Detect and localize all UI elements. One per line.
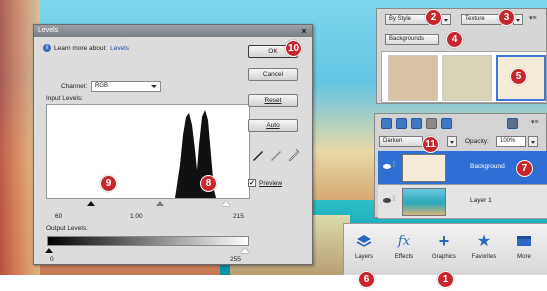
lock-all-icon[interactable] [441, 118, 452, 129]
by-style-select[interactable]: By Style [385, 14, 429, 25]
dock-label: Layers [354, 254, 373, 260]
dock-label: Effects [394, 254, 414, 260]
close-icon[interactable]: × [299, 26, 309, 36]
by-style-dropdown[interactable] [441, 14, 451, 25]
callout-8: 8 [200, 175, 217, 192]
panel-menu-icon[interactable]: ▾≡ [529, 14, 537, 22]
graphics-panel: By Style Texture ▾≡ Backgrounds [376, 8, 547, 104]
new-layer-icon[interactable] [381, 118, 392, 129]
more-icon [506, 230, 542, 252]
input-black-value[interactable]: 60 [55, 213, 62, 220]
layer-name: Layer 1 [470, 197, 492, 204]
layer-thumbnail [402, 154, 446, 182]
dialog-title-bar[interactable]: Levels × [34, 25, 312, 37]
channel-label: Channel: [61, 83, 88, 90]
layer-row-layer-1[interactable]: ⁞ Layer 1 [378, 185, 547, 219]
dock-more-button[interactable]: More [506, 230, 542, 260]
input-levels-label: Input Levels: [46, 95, 83, 102]
callout-9: 9 [100, 175, 117, 192]
eye-icon[interactable] [383, 164, 391, 169]
texture-thumb-1[interactable] [388, 55, 438, 101]
white-eyedropper-icon[interactable] [289, 149, 299, 161]
white-point-handle[interactable] [222, 201, 230, 206]
callout-11: 11 [422, 136, 439, 153]
mask-icon[interactable] [411, 118, 422, 129]
callout-10: 10 [285, 40, 302, 57]
gray-eyedropper-icon[interactable] [271, 149, 281, 161]
chevron-down-icon [151, 85, 158, 88]
output-levels-label: Output Levels: [46, 225, 88, 232]
opacity-label: Opacity: [465, 138, 489, 145]
dialog-title: Levels [38, 27, 59, 34]
dock-layers-button[interactable]: Layers [346, 230, 382, 260]
dock-label: More [517, 254, 531, 260]
backgrounds-tab[interactable]: Backgrounds [385, 34, 439, 45]
info-icon: i [43, 44, 51, 52]
dock-effects-button[interactable]: fx Effects [386, 230, 422, 261]
input-white-value[interactable]: 215 [233, 213, 244, 220]
callout-2: 2 [425, 9, 442, 26]
texture-thumb-2[interactable] [442, 55, 492, 101]
output-white-handle[interactable] [241, 248, 249, 253]
callout-7: 7 [516, 160, 533, 177]
gamma-handle[interactable] [156, 201, 164, 206]
screenshot-scene: Levels × i Learn more about: Levels Chan… [0, 0, 547, 291]
link-icon: ⁞ [393, 162, 395, 169]
effects-icon: fx [397, 233, 411, 249]
eyedropper-group [253, 149, 299, 161]
eye-icon[interactable] [383, 198, 391, 203]
blend-mode-dropdown[interactable] [447, 136, 457, 147]
blend-mode-select[interactable]: Darken [379, 136, 423, 147]
plus-icon: + [438, 230, 450, 251]
callout-3: 3 [498, 9, 515, 26]
output-gradient [47, 236, 249, 246]
input-gamma-value[interactable]: 1.00 [130, 213, 143, 220]
histogram [46, 104, 250, 199]
cancel-button[interactable]: Cancel [248, 68, 298, 81]
preview-label: Preview [259, 179, 283, 187]
learn-more-row: i Learn more about: Levels [43, 44, 129, 52]
lock-icon[interactable] [426, 118, 437, 129]
reset-button[interactable]: Reset [248, 94, 298, 107]
learn-more-text: Learn more about: [54, 44, 108, 52]
dock-label: Graphics [431, 254, 456, 260]
layer-thumbnail [402, 188, 446, 216]
trash-icon[interactable] [507, 118, 518, 129]
learn-more-link[interactable]: Levels [110, 45, 129, 52]
black-eyedropper-icon[interactable] [253, 149, 263, 161]
auto-button[interactable]: Auto [248, 119, 298, 132]
texture-select[interactable]: Texture [461, 14, 501, 25]
histogram-graph [175, 110, 216, 198]
output-black-handle[interactable] [45, 248, 53, 253]
panel-dock: Layers fx Effects + Graphics ★ Favorites… [343, 223, 547, 275]
dock-favorites-button[interactable]: ★ Favorites [466, 230, 502, 260]
channel-row: Channel: RGB [61, 81, 162, 92]
dock-label: Favorites [471, 254, 497, 260]
dock-graphics-button[interactable]: + Graphics [426, 230, 462, 261]
black-point-handle[interactable] [87, 201, 95, 206]
opacity-dropdown[interactable] [528, 136, 538, 147]
layer-name: Background [470, 163, 505, 170]
levels-dialog: Levels × i Learn more about: Levels Chan… [33, 24, 313, 265]
callout-5: 5 [510, 68, 527, 85]
callout-6: 6 [358, 271, 375, 288]
bottom-margin [0, 275, 547, 291]
preview-row[interactable]: ✓ Preview [248, 179, 282, 187]
output-black-value[interactable]: 0 [50, 256, 54, 263]
layers-menu-icon[interactable]: ▾≡ [531, 118, 539, 126]
callout-1: 1 [437, 271, 454, 288]
layers-icon [346, 230, 382, 252]
preview-checkbox[interactable]: ✓ [248, 179, 256, 187]
star-icon: ★ [476, 233, 492, 250]
adjustment-layer-icon[interactable] [396, 118, 407, 129]
opacity-input[interactable]: 100% [496, 136, 526, 147]
output-white-value[interactable]: 255 [230, 256, 241, 263]
link-icon: ⁞ [393, 196, 395, 203]
callout-4: 4 [446, 31, 463, 48]
channel-select[interactable]: RGB [91, 81, 162, 92]
input-slider[interactable] [47, 201, 249, 207]
channel-value: RGB [95, 83, 109, 89]
